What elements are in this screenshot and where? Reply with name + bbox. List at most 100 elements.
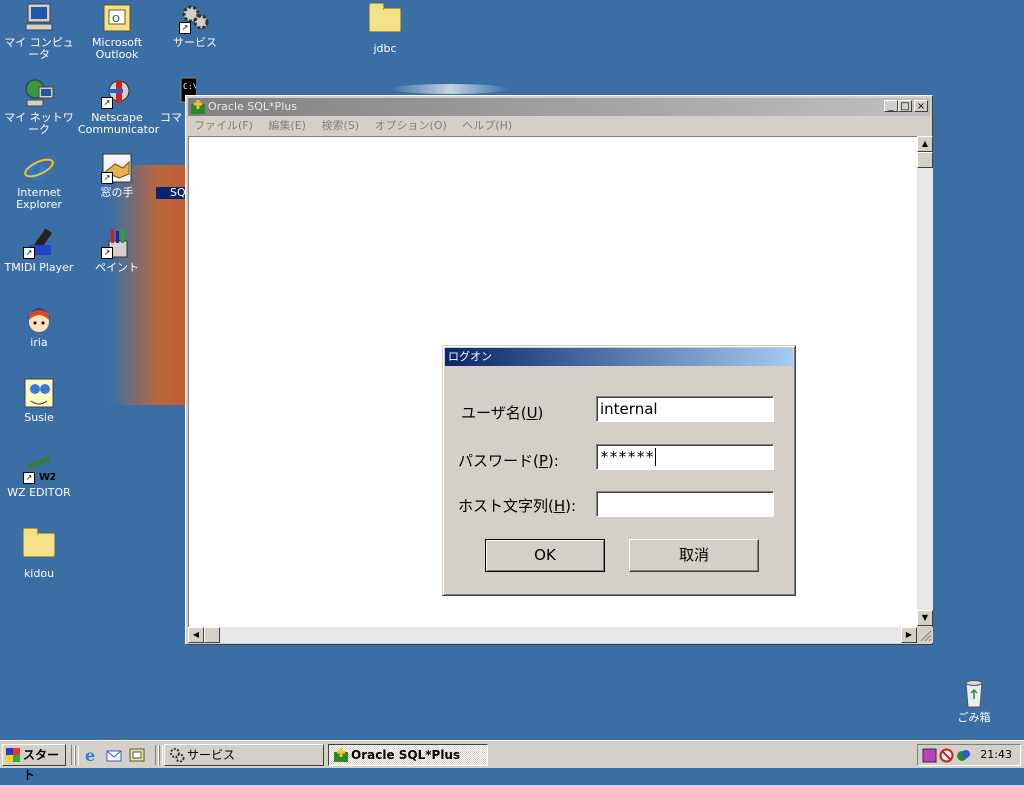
shortcut-arrow-icon: ↗ <box>179 22 191 34</box>
desktop-icon-paint[interactable]: ↗ ペイント <box>78 227 156 274</box>
svg-text:C:\_: C:\_ <box>183 82 196 91</box>
icon-label: Netscape Communicator <box>78 111 160 136</box>
system-tray: 21:43 <box>917 744 1021 766</box>
netscape-icon: ↗ <box>101 77 133 109</box>
password-input[interactable]: ****** <box>596 444 774 470</box>
host-label: ホスト文字列(H): <box>458 495 576 516</box>
clock[interactable]: 21:43 <box>980 745 1012 765</box>
icon-label: Susie <box>24 411 54 424</box>
resize-grip-icon[interactable] <box>917 627 933 643</box>
horizontal-scrollbar[interactable]: ◀ ▶ <box>188 627 917 643</box>
username-input[interactable] <box>596 396 774 422</box>
desktop-icon-jdbc[interactable]: jdbc <box>346 2 424 55</box>
desktop-icon-internet-explorer[interactable]: e Internet Explorer <box>0 152 78 211</box>
scroll-left-icon[interactable]: ◀ <box>188 627 204 643</box>
network-icon <box>23 77 55 109</box>
password-accesskey: P <box>538 452 548 470</box>
close-button[interactable]: × <box>914 100 928 112</box>
ok-button[interactable]: OK <box>485 539 605 572</box>
sqlplus-icon <box>191 100 205 114</box>
shortcut-arrow-icon: ↗ <box>101 172 113 184</box>
minimize-button[interactable]: _ <box>884 100 898 112</box>
host-accesskey: H <box>553 497 566 515</box>
icon-label: TMIDI Player <box>4 261 74 274</box>
shortcut-arrow-icon: ↗ <box>23 247 35 259</box>
sqlplus-icon <box>333 747 349 763</box>
scroll-down-icon[interactable]: ▼ <box>917 610 933 626</box>
wz-editor-icon: WZ ↗ <box>23 452 57 484</box>
taskbar: スタート e サービス Oracle SQL*Plus 21:43 <box>0 740 1024 782</box>
menu-bar: ファイル(F) 編集(E) 検索(S) オプション(O) ヘルプ(H) <box>188 117 930 135</box>
icon-label: マイ コンピュータ <box>4 36 74 61</box>
shortcut-arrow-icon: ↗ <box>101 247 113 259</box>
window-title: Oracle SQL*Plus <box>208 100 297 113</box>
scroll-up-icon[interactable]: ▲ <box>917 136 933 152</box>
desktop-icon-sqlplus-partial[interactable]: SQ <box>156 152 186 199</box>
menu-edit[interactable]: 編集(E) <box>262 117 312 135</box>
shortcut-arrow-icon: ↗ <box>23 472 35 484</box>
icon-label: サービス <box>173 36 217 49</box>
svg-text:e: e <box>85 747 95 763</box>
icon-label: マイ ネットワーク <box>4 111 74 136</box>
iria-icon <box>23 302 55 334</box>
start-button[interactable]: スタート <box>2 744 66 782</box>
susie-icon <box>23 377 55 409</box>
folder-icon <box>23 528 55 565</box>
handshake-icon: ↗ <box>101 152 133 184</box>
tmidi-icon: ↗ <box>23 227 55 259</box>
icon-label: iria <box>30 336 48 349</box>
task-sqlplus[interactable]: Oracle SQL*Plus <box>328 744 488 766</box>
task-label: サービス <box>187 748 236 762</box>
text-caret <box>655 448 657 466</box>
desktop-icon-iria[interactable]: iria <box>0 302 78 349</box>
icon-label: SQ <box>156 187 186 199</box>
menu-search[interactable]: 検索(S) <box>315 117 365 135</box>
desktop-icon-my-network[interactable]: マイ ネットワーク <box>0 77 78 136</box>
logon-dialog: ログオン ユーザ名(U) パスワード(P): ****** ホスト文字列(H):… <box>442 345 796 596</box>
icon-label: ペイント <box>95 261 139 274</box>
maximize-button[interactable]: □ <box>898 100 912 112</box>
scroll-thumb[interactable] <box>204 627 220 643</box>
desktop-icon-tmidi-player[interactable]: ↗ TMIDI Player <box>0 227 78 274</box>
task-services[interactable]: サービス <box>164 744 324 766</box>
desktop-icon-services[interactable]: ↗ サービス <box>156 2 234 49</box>
icon-label: 窓の手 <box>100 186 134 199</box>
recycle-bin-icon <box>958 677 990 709</box>
desktop-icon-madonote[interactable]: ↗ 窓の手 <box>78 152 156 199</box>
outlook-express-icon[interactable] <box>106 747 122 763</box>
icon-label: jdbc <box>373 42 397 55</box>
ie-icon[interactable]: e <box>83 746 99 765</box>
svg-text:WZ: WZ <box>39 472 55 483</box>
desktop-icon-wz-editor[interactable]: WZ ↗ WZ EDITOR <box>0 452 78 499</box>
vertical-scrollbar[interactable]: ▲ ▼ <box>917 136 933 626</box>
wallpaper-wisp <box>390 84 510 94</box>
desktop-icon-kidou[interactable]: kidou <box>0 527 78 580</box>
tray-network-icon[interactable] <box>956 748 971 763</box>
sqlplus-icon <box>156 152 186 184</box>
menu-options[interactable]: オプション(O) <box>369 117 453 135</box>
desktop-icon-recycle-bin[interactable]: ごみ箱 <box>935 677 1013 724</box>
dialog-title[interactable]: ログオン <box>445 348 793 366</box>
icon-label: ごみ箱 <box>957 711 991 724</box>
taskbar-separator <box>159 745 163 765</box>
scroll-right-icon[interactable]: ▶ <box>901 627 917 643</box>
password-mask: ****** <box>600 448 655 466</box>
desktop-icon-my-computer[interactable]: マイ コンピュータ <box>0 2 78 61</box>
scroll-thumb[interactable] <box>917 152 933 168</box>
tray-stop-icon[interactable] <box>939 748 954 763</box>
username-label: ユーザ名(U) <box>461 402 543 423</box>
host-label-text: ホスト文字列( <box>458 497 554 515</box>
username-label-text: ユーザ名( <box>461 404 527 422</box>
window-titlebar[interactable]: Oracle SQL*Plus _ □ × <box>188 98 930 116</box>
menu-help[interactable]: ヘルプ(H) <box>456 117 518 135</box>
desktop-icon-netscape[interactable]: ↗ Netscape Communicator <box>78 77 160 136</box>
menu-file[interactable]: ファイル(F) <box>188 117 259 135</box>
tray-app-icon[interactable] <box>922 748 937 763</box>
outlook-icon: O <box>101 2 133 34</box>
desktop-icon-susie[interactable]: Susie <box>0 377 78 424</box>
host-string-input[interactable] <box>596 491 774 517</box>
cancel-button[interactable]: 取消 <box>629 539 759 572</box>
desktop-icon-outlook[interactable]: O Microsoft Outlook <box>78 2 156 61</box>
password-label-suffix: ): <box>547 452 559 470</box>
show-desktop-icon[interactable] <box>129 747 145 763</box>
